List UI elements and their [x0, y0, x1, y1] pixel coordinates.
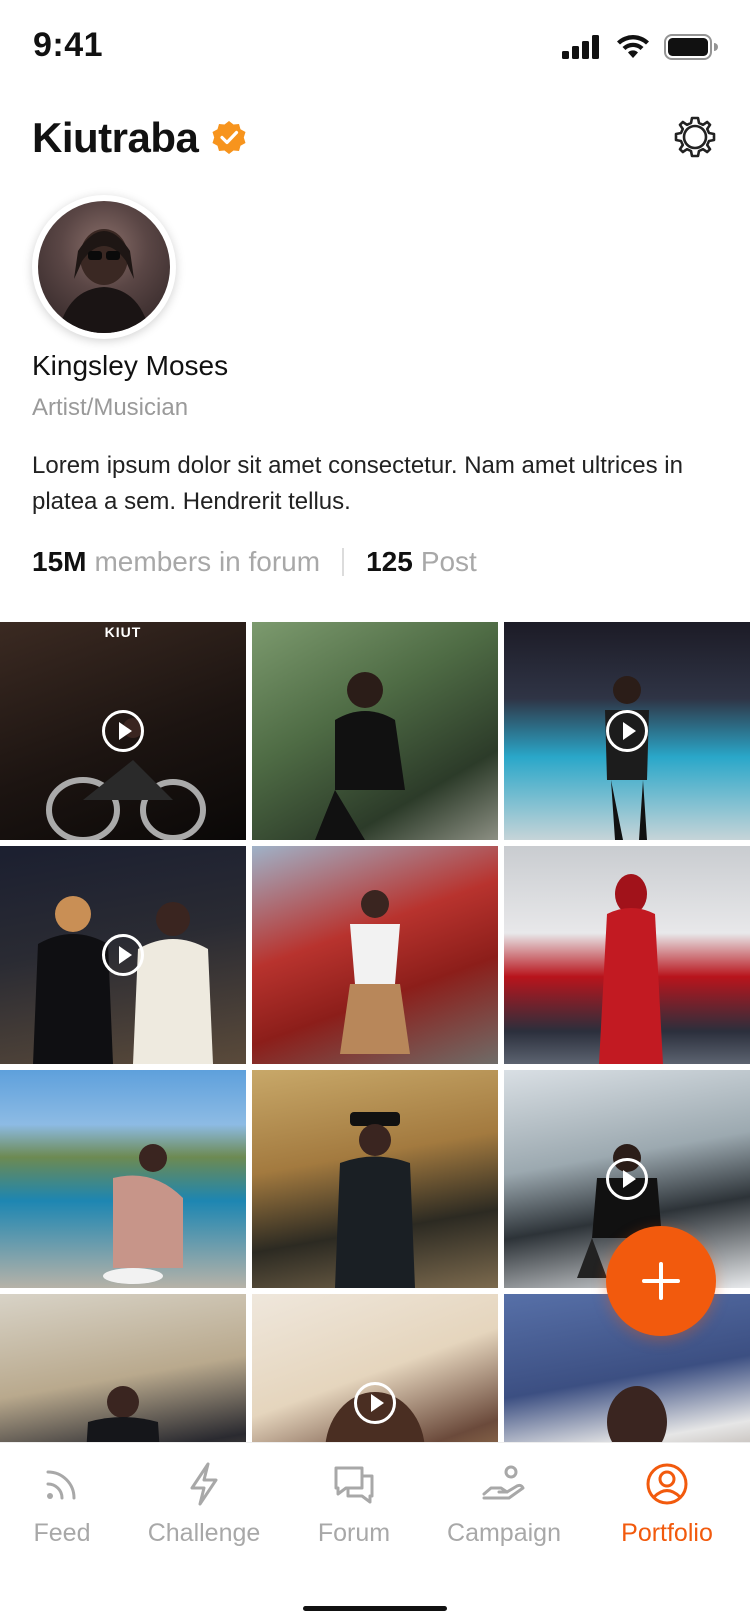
nav-item-portfolio[interactable]: Portfolio: [587, 1461, 747, 1548]
status-bar: 9:41: [0, 0, 750, 96]
posts-label: Post: [420, 546, 477, 577]
play-icon: [102, 710, 144, 752]
media-tile[interactable]: [0, 1070, 246, 1288]
bottom-nav: Feed Challenge Forum Campaign Portfolio: [0, 1442, 750, 1624]
hand-coin-icon: [481, 1461, 527, 1507]
media-tile[interactable]: KIUT: [0, 622, 246, 840]
nav-label-feed: Feed: [33, 1519, 91, 1547]
nav-item-feed[interactable]: Feed: [0, 1461, 142, 1548]
rss-icon: [39, 1461, 85, 1507]
members-count: 15M: [32, 546, 87, 577]
battery-icon: [664, 34, 718, 60]
media-tile[interactable]: [504, 846, 750, 1064]
media-tile[interactable]: [252, 846, 498, 1064]
nav-item-campaign[interactable]: Campaign: [424, 1461, 584, 1548]
play-icon: [606, 710, 648, 752]
media-tile[interactable]: [0, 846, 246, 1064]
posts-count: 125: [366, 546, 413, 577]
plus-icon: [642, 1262, 680, 1300]
media-tile[interactable]: [252, 1070, 498, 1288]
avatar[interactable]: [32, 195, 176, 339]
nav-item-challenge[interactable]: Challenge: [124, 1461, 284, 1548]
settings-button[interactable]: [672, 114, 718, 160]
profile-handle: Kiutraba: [32, 114, 199, 161]
nav-label-forum: Forum: [317, 1519, 391, 1547]
nav-label-portfolio: Portfolio: [621, 1519, 713, 1547]
home-indicator[interactable]: [303, 1606, 447, 1611]
profile-header: Kiutraba: [32, 108, 718, 168]
chat-bubbles-icon: [331, 1461, 377, 1507]
play-icon: [354, 1382, 396, 1424]
play-icon: [102, 934, 144, 976]
members-label: members in forum: [94, 546, 321, 577]
profile-name: Kingsley Moses: [32, 350, 229, 381]
media-grid: KIUT: [0, 622, 750, 1512]
user-circle-icon: [644, 1461, 690, 1507]
verified-badge-icon: [210, 119, 248, 157]
bolt-icon: [181, 1461, 227, 1507]
status-icons: [562, 34, 718, 60]
cellular-signal-icon: [562, 35, 599, 59]
gear-icon: [674, 116, 716, 158]
status-time: 9:41: [33, 26, 104, 64]
avatar-image: [38, 201, 170, 333]
media-tile[interactable]: [252, 622, 498, 840]
nav-item-forum[interactable]: Forum: [274, 1461, 434, 1548]
play-icon: [606, 1158, 648, 1200]
tile-watermark: KIUT: [104, 624, 142, 640]
nav-label-challenge: Challenge: [147, 1519, 261, 1547]
create-post-button[interactable]: [606, 1226, 716, 1336]
media-tile[interactable]: [504, 622, 750, 840]
nav-label-campaign: Campaign: [447, 1519, 561, 1547]
stats-divider: [342, 548, 345, 576]
profile-bio: Lorem ipsum dolor sit amet consectetur. …: [32, 452, 683, 515]
wifi-icon: [617, 35, 649, 58]
profile-role: Artist/Musician: [32, 394, 189, 421]
profile-stats: 15M members in forum 125 Post: [32, 546, 477, 578]
